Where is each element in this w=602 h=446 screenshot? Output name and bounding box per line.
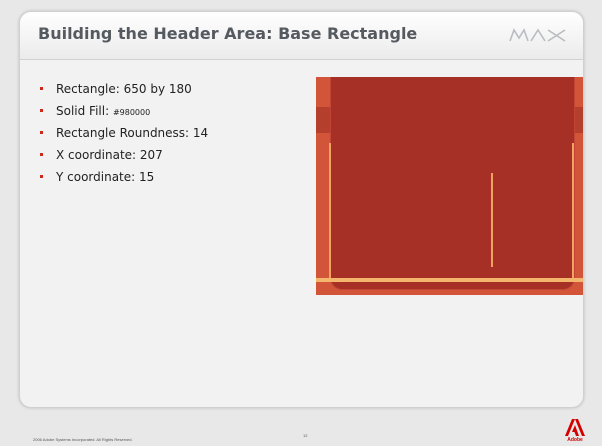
fill-color-value: #980000 xyxy=(112,108,151,117)
bullet-item: Rectangle: 650 by 180 xyxy=(38,82,308,104)
bullet-text: Y coordinate: 15 xyxy=(56,170,155,184)
bullet-text: Solid Fill: xyxy=(56,104,113,118)
page-number: 12 xyxy=(303,433,308,438)
bullet-icon xyxy=(40,87,43,90)
max-logo-icon xyxy=(509,28,566,42)
preview-horizontal-guide xyxy=(316,278,583,282)
footer: 2006 Adobe Systems Incorporated. All Rig… xyxy=(0,406,602,446)
adobe-mark-icon xyxy=(565,419,585,436)
title-bar: Building the Header Area: Base Rectangle xyxy=(20,12,583,60)
bullet-text: X coordinate: 207 xyxy=(56,148,163,162)
bullet-text: Rectangle Roundness: 14 xyxy=(56,126,209,140)
bullet-list: Rectangle: 650 by 180 Solid Fill: #98000… xyxy=(38,82,308,192)
bullet-icon xyxy=(40,109,43,112)
bullet-item: X coordinate: 207 xyxy=(38,148,308,170)
bullet-item: Y coordinate: 15 xyxy=(38,170,308,192)
adobe-label: Adobe xyxy=(567,437,583,443)
adobe-logo-icon: Adobe xyxy=(564,418,586,444)
preview-side-line-left xyxy=(329,143,331,279)
bullet-icon xyxy=(40,153,43,156)
bullet-icon xyxy=(40,175,43,178)
preview-side-line-right xyxy=(572,143,574,279)
slide-title: Building the Header Area: Base Rectangle xyxy=(38,24,418,43)
header-preview-image xyxy=(316,77,583,295)
bullet-item: Rectangle Roundness: 14 xyxy=(38,126,308,148)
base-rectangle xyxy=(330,77,575,290)
slide: Building the Header Area: Base Rectangle… xyxy=(19,11,584,408)
bullet-text: Rectangle: 650 by 180 xyxy=(56,82,192,96)
bullet-icon xyxy=(40,131,43,134)
copyright-text: 2006 Adobe Systems Incorporated. All Rig… xyxy=(33,437,133,442)
preview-vertical-guide xyxy=(491,173,493,267)
bullet-item: Solid Fill: #980000 xyxy=(38,104,308,126)
